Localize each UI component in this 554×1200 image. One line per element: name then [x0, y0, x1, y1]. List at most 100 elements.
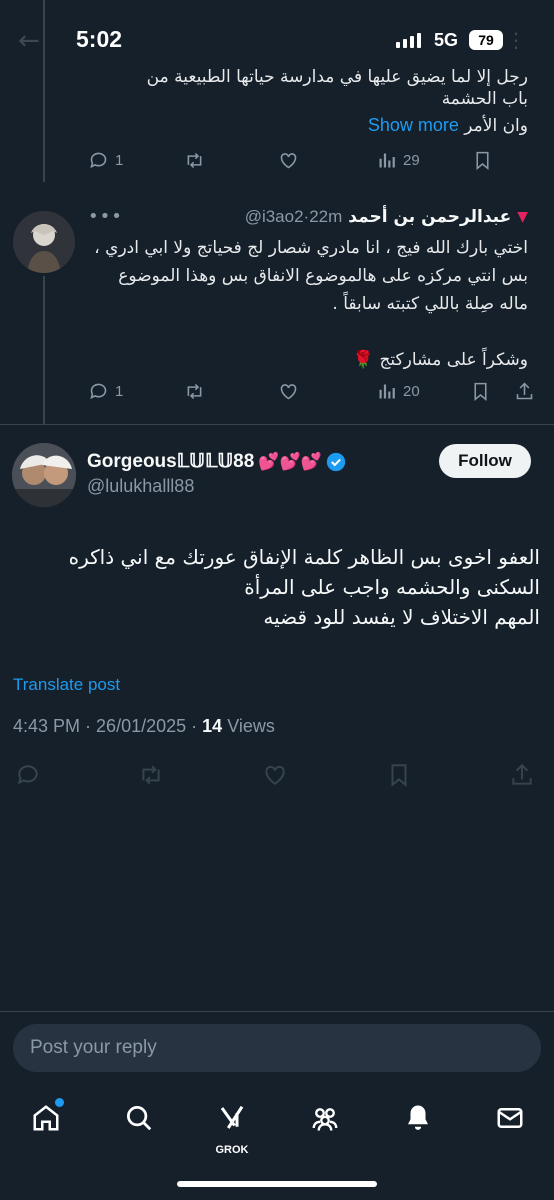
- display-name: Gorgeous𝕃𝕌𝕃𝕌88: [87, 451, 255, 472]
- home-notification-dot: [55, 1098, 64, 1107]
- post-date: 26/01/2025: [96, 716, 187, 736]
- communities-icon: [312, 1108, 338, 1131]
- main-post-line: المهم الاختلاف لا يفسد للود قضيه: [263, 605, 540, 629]
- reply-paragraph: وشكراً على مشاركتج 🌹: [352, 350, 528, 370]
- previous-post-line: باب الحشمة: [441, 89, 528, 109]
- nav-search[interactable]: [121, 1100, 157, 1136]
- share-button[interactable]: [514, 381, 535, 402]
- previous-post-actions: 1 29: [88, 150, 528, 180]
- back-arrow-icon[interactable]: ←: [18, 26, 40, 56]
- nav-notifications[interactable]: [400, 1100, 436, 1136]
- previous-post-text: رجل إلا لما يضيق عليها في مدارسة حياتها …: [88, 64, 528, 139]
- reply-post-actions: 1 20: [88, 381, 533, 411]
- show-more-link[interactable]: Show more: [368, 115, 459, 135]
- home-icon: [33, 1105, 59, 1131]
- share-icon: [516, 382, 533, 400]
- previous-post-line: وان الأمر: [464, 116, 528, 136]
- reply-post-header: ••• ▼ عبدالرحمن بن أحمد @i3ao2·22m: [88, 206, 528, 227]
- nav-grok[interactable]: GROK: [214, 1100, 250, 1156]
- reply-icon: [90, 383, 107, 400]
- repost-icon: [187, 383, 202, 400]
- views-button[interactable]: 29: [376, 150, 420, 171]
- bookmark-button[interactable]: [472, 150, 493, 171]
- network-type: 5G: [434, 30, 459, 50]
- views-count: 20: [403, 383, 420, 400]
- reply-author-meta: @i3ao2·22m: [244, 206, 343, 226]
- views-icon: [379, 384, 395, 399]
- repost-button[interactable]: [138, 762, 164, 792]
- reply-count: 1: [115, 383, 124, 400]
- bell-icon: [408, 1105, 428, 1130]
- main-author-avatar[interactable]: [12, 443, 76, 507]
- main-author-handle[interactable]: @lulukhalll88: [87, 476, 194, 497]
- follow-button[interactable]: Follow: [439, 444, 531, 478]
- reply-icon: [90, 152, 107, 169]
- main-post-line: السكنى والحشمه واجب على المرأة: [244, 575, 540, 599]
- reply-author-name[interactable]: عبدالرحمن بن أحمد: [348, 207, 511, 227]
- battery-icon: 79: [469, 30, 503, 50]
- hearts-emoji: 💕💕💕: [258, 451, 322, 471]
- grok-icon: [220, 1105, 244, 1129]
- nav-messages[interactable]: [492, 1100, 528, 1136]
- heart-icon: [265, 765, 285, 785]
- reply-time: 22m: [309, 206, 343, 226]
- reply-button[interactable]: [15, 762, 41, 792]
- bookmark-button[interactable]: [470, 381, 491, 402]
- nav-communities[interactable]: [307, 1100, 343, 1136]
- red-triangle-icon: ▼: [517, 208, 528, 225]
- repost-icon: [187, 152, 202, 169]
- views-icon: [379, 153, 395, 168]
- views-label: Views: [227, 716, 275, 736]
- heart-icon: [280, 384, 297, 400]
- main-post-text: العفو اخوى بس الظاهر كلمة الإنفاق عورتك …: [10, 542, 540, 632]
- like-button[interactable]: [278, 150, 299, 171]
- reply-author-handle[interactable]: @i3ao2: [245, 207, 304, 226]
- heart-icon: [280, 153, 297, 169]
- reply-icon: [17, 765, 38, 785]
- composer-divider: [0, 1011, 554, 1012]
- more-options-icon[interactable]: •••: [88, 206, 123, 227]
- thread-line: [43, 276, 45, 424]
- post-time: 4:43 PM: [13, 716, 81, 736]
- reply-input[interactable]: Post your reply: [13, 1024, 541, 1072]
- reply-author-line: ▼ عبدالرحمن بن أحمد @i3ao2·22m: [245, 207, 528, 227]
- views-count: 14: [202, 716, 223, 736]
- main-author-name[interactable]: Gorgeous𝕃𝕌𝕃𝕌88 💕💕💕: [87, 450, 346, 473]
- bookmark-icon: [474, 382, 487, 402]
- repost-button[interactable]: [184, 381, 205, 402]
- reply-button[interactable]: 1: [88, 381, 123, 402]
- post-divider: [0, 424, 554, 425]
- bookmark-icon: [391, 764, 407, 787]
- main-post-actions: [0, 760, 554, 792]
- like-button[interactable]: [262, 762, 288, 792]
- bottom-nav: GROK: [0, 1086, 554, 1156]
- bookmark-icon: [476, 151, 489, 171]
- like-button[interactable]: [278, 381, 299, 402]
- repost-icon: [142, 765, 160, 785]
- share-icon: [512, 763, 532, 785]
- home-indicator: [177, 1181, 377, 1187]
- share-button[interactable]: [509, 762, 535, 792]
- thread-line: [43, 0, 45, 182]
- avatar-image: [13, 211, 75, 273]
- bookmark-button[interactable]: [386, 762, 412, 792]
- signal-icon: [396, 33, 421, 48]
- nav-home[interactable]: [28, 1098, 64, 1136]
- reply-button[interactable]: 1: [88, 150, 123, 171]
- views-button[interactable]: 20: [376, 381, 420, 402]
- avatar-image: [12, 443, 76, 507]
- reply-paragraph: اختي بارك الله فيج ، انا مادري شصار لج ف…: [94, 238, 528, 314]
- repost-button[interactable]: [184, 150, 205, 171]
- status-time: 5:02: [76, 26, 123, 52]
- translate-post-link[interactable]: Translate post: [13, 675, 120, 695]
- previous-post-line: رجل إلا لما يضيق عليها في مدارسة حياتها …: [146, 67, 528, 86]
- reply-author-avatar[interactable]: [13, 211, 75, 273]
- reply-post-text: اختي بارك الله فيج ، انا مادري شصار لج ف…: [88, 234, 528, 374]
- reply-count: 1: [115, 152, 124, 169]
- search-icon: [127, 1106, 152, 1131]
- post-timestamp: 4:43 PM · 26/01/2025 · 14 Views: [13, 716, 275, 736]
- more-icon[interactable]: ⋮: [506, 28, 526, 52]
- verified-badge-icon: [326, 452, 345, 471]
- grok-label: GROK: [215, 1144, 249, 1156]
- mail-icon: [497, 1108, 523, 1128]
